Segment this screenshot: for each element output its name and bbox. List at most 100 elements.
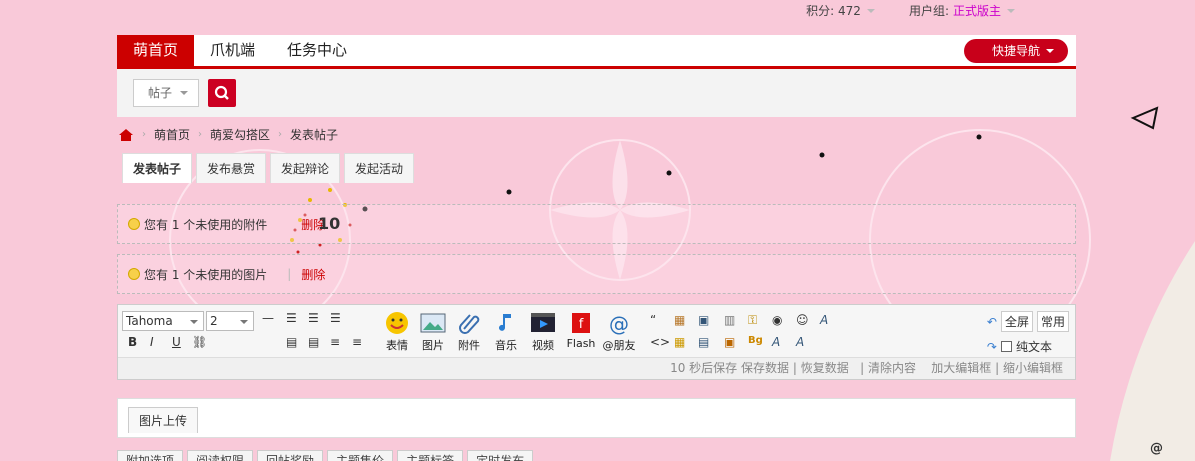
page-icon[interactable]: ▣: [698, 313, 709, 327]
image-button[interactable]: 图片: [415, 311, 451, 353]
tab-scheduled-post[interactable]: 定时发布: [467, 450, 534, 461]
post-type-tabs: 发表帖子 发布悬赏 发起辩论 发起活动: [122, 153, 415, 183]
align-right-icon[interactable]: ☰: [330, 311, 341, 325]
mention-label: @朋友: [602, 339, 636, 352]
smiley-icon: [384, 311, 410, 335]
quote-icon[interactable]: “: [650, 313, 656, 327]
font-family-value: Tahoma: [126, 314, 173, 328]
redo-icon[interactable]: ↷: [987, 340, 997, 354]
tab-reward[interactable]: 发布悬赏: [196, 153, 267, 183]
align-center-icon[interactable]: ☰: [308, 311, 319, 325]
search-type-select[interactable]: 帖子: [133, 79, 199, 107]
tab-activity[interactable]: 发起活动: [344, 153, 415, 183]
mascot-badge-icon: @: [1150, 441, 1163, 456]
unused-image-notice: 您有 1 个未使用的图片 | 删除: [117, 254, 1076, 294]
breadcrumb-forum[interactable]: 萌爱勾搭区: [210, 126, 270, 143]
text-size-icon[interactable]: A: [772, 335, 780, 349]
shrink-editor-link[interactable]: 缩小编辑框: [1003, 361, 1063, 375]
list-icon[interactable]: ▤: [698, 335, 709, 349]
ordered-list-icon[interactable]: ≡: [330, 335, 340, 349]
bold-icon[interactable]: B: [128, 335, 137, 349]
emoji-button[interactable]: 表情: [379, 311, 415, 353]
tab-debate[interactable]: 发起辩论: [270, 153, 341, 183]
plain-text-checkbox[interactable]: [1000, 341, 1012, 352]
fullscreen-button[interactable]: 全屏: [1000, 311, 1033, 332]
attachment-button[interactable]: 附件: [451, 311, 487, 353]
underline-icon[interactable]: U: [172, 335, 181, 349]
bg-color-icon[interactable]: ▤: [286, 335, 297, 349]
notice-text: 您有 1 个未使用的图片: [144, 267, 268, 282]
free-content-icon[interactable]: ▦: [674, 313, 685, 327]
clear-content-link[interactable]: 清除内容: [868, 361, 916, 375]
horizontal-rule-icon[interactable]: —: [262, 311, 274, 325]
main-nav: 萌首页 爪机端 任务中心 快捷导航: [117, 35, 1076, 69]
restore-data-link[interactable]: 恢复数据: [801, 361, 849, 375]
film-icon: [530, 311, 556, 335]
tab-reply-reward[interactable]: 回帖奖励: [257, 450, 324, 461]
search-type-label: 帖子: [148, 86, 173, 100]
search-button[interactable]: [208, 79, 236, 107]
media-icon[interactable]: ◉: [772, 313, 782, 327]
breadcrumb-separator-icon: ›: [198, 129, 203, 140]
svg-text:@: @: [609, 312, 629, 335]
font-size-select[interactable]: 2: [206, 311, 254, 331]
image-label: 图片: [422, 339, 444, 352]
font-size-value: 2: [210, 314, 218, 328]
music-button[interactable]: 音乐: [488, 311, 524, 353]
breadcrumb: › 萌首页 › 萌爱勾搭区 › 发表帖子: [118, 126, 338, 143]
nav-item-tasks[interactable]: 任务中心: [271, 35, 363, 66]
align-left-icon[interactable]: ☰: [286, 311, 297, 325]
delete-image-link[interactable]: 删除: [301, 266, 325, 283]
music-note-icon: [493, 311, 519, 335]
plain-text-label: 纯文本: [1015, 340, 1052, 354]
home-icon[interactable]: [118, 128, 134, 142]
chevron-down-icon: [190, 320, 198, 324]
tab-thread-price[interactable]: 主题售价: [327, 450, 394, 461]
quick-nav-label: 快捷导航: [991, 44, 1040, 58]
mention-button[interactable]: @ @朋友: [599, 311, 639, 353]
video-button[interactable]: 视频: [525, 311, 561, 353]
breadcrumb-current: 发表帖子: [290, 128, 339, 142]
text-color-icon[interactable]: ▤: [308, 335, 319, 349]
breadcrumb-home[interactable]: 萌首页: [154, 126, 190, 143]
code-icon[interactable]: <>: [650, 335, 670, 349]
chevron-down-icon: [1007, 8, 1015, 13]
tab-image-upload[interactable]: 图片上传: [128, 407, 199, 433]
tab-new-post[interactable]: 发表帖子: [122, 153, 193, 183]
quick-nav-button[interactable]: 快捷导航: [963, 39, 1068, 63]
gallery-icon[interactable]: ▣: [724, 335, 735, 349]
unordered-list-icon[interactable]: ≡: [352, 335, 362, 349]
picture-icon: [420, 311, 446, 335]
points-item[interactable]: 积分: 472: [806, 2, 875, 19]
font-style-icon[interactable]: A: [820, 313, 828, 327]
save-data-link[interactable]: 保存数据: [741, 361, 789, 375]
emoji-label: 表情: [386, 339, 408, 352]
bg-icon[interactable]: Bg: [748, 335, 763, 346]
table-icon[interactable]: ▥: [724, 313, 735, 327]
lock-icon[interactable]: ▦: [674, 335, 685, 349]
superscript-icon[interactable]: A: [796, 335, 804, 349]
common-button[interactable]: 常用: [1036, 311, 1069, 332]
qq-icon[interactable]: ☺: [796, 313, 809, 327]
unused-attachment-notice: 您有 1 个未使用的附件 删除: [117, 204, 1076, 244]
font-family-select[interactable]: Tahoma: [122, 311, 204, 331]
tab-read-permission[interactable]: 阅读权限: [187, 450, 254, 461]
editor-right-tools: ↶ 全屏 常用 ↷ 纯文本: [987, 311, 1069, 355]
flash-icon: f: [568, 311, 594, 335]
tab-extra-options[interactable]: 附加选项: [117, 450, 184, 461]
italic-icon[interactable]: I: [150, 335, 154, 349]
paperclip-icon: [456, 311, 482, 335]
music-label: 音乐: [495, 339, 517, 352]
enlarge-editor-link[interactable]: 加大编辑框: [931, 361, 991, 375]
link-icon[interactable]: ⛓: [192, 335, 207, 349]
tab-thread-tags[interactable]: 主题标签: [397, 450, 464, 461]
nav-item-mobile[interactable]: 爪机端: [194, 35, 271, 66]
nav-item-home[interactable]: 萌首页: [117, 35, 195, 66]
usergroup-item[interactable]: 用户组: 正式版主: [909, 2, 1015, 19]
flash-button[interactable]: f Flash: [563, 311, 599, 350]
usergroup-label: 用户组:: [908, 4, 949, 18]
at-sign-icon: @: [606, 311, 632, 336]
video-label: 视频: [532, 339, 554, 352]
key-icon[interactable]: ⚿: [748, 313, 757, 328]
undo-icon[interactable]: ↶: [987, 315, 997, 329]
